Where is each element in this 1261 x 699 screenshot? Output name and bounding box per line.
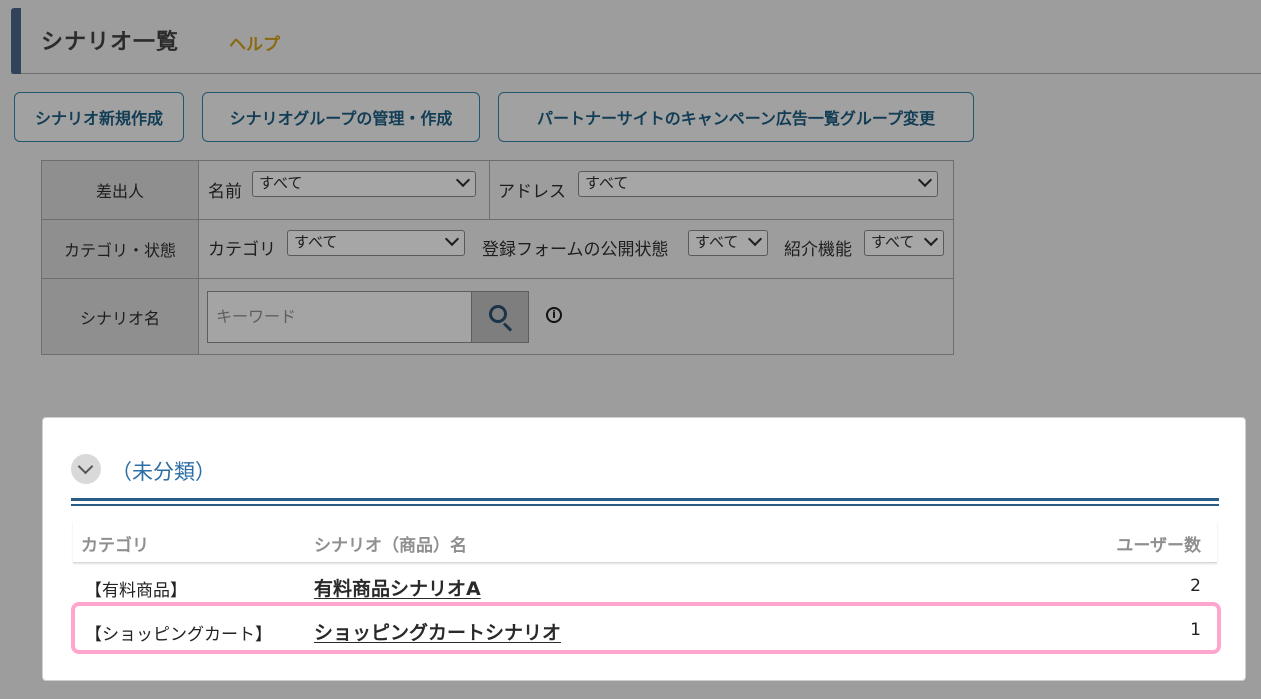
intro-function-label: 紹介機能 [784, 240, 852, 260]
chevron-down-icon [455, 172, 471, 188]
page-title: シナリオ一覧 [41, 30, 180, 55]
group-divider [71, 498, 1219, 506]
row-category: 【有料商品】 [85, 581, 187, 601]
column-divider [489, 161, 490, 220]
row-user-count: 2 [1190, 576, 1201, 596]
change-partner-group-button[interactable]: パートナーサイトのキャンペーン広告一覧グループ変更 [498, 92, 974, 142]
category-status-label: カテゴリ・状態 [42, 220, 199, 278]
scenario-name-label: シナリオ名 [42, 279, 199, 354]
form-public-select-value: すべて [695, 233, 739, 251]
row-highlight [71, 602, 1221, 654]
form-public-select[interactable]: すべて [688, 230, 768, 256]
search-icon [489, 305, 507, 323]
chevron-down-icon [444, 231, 460, 247]
name-select[interactable]: すべて [252, 171, 476, 197]
chevron-down-icon [77, 458, 94, 475]
page-header: シナリオ一覧 ヘルプ [11, 8, 1261, 74]
category-select-value: すべて [294, 233, 338, 251]
address-filter-label: アドレス [498, 182, 566, 202]
chevron-down-icon [917, 172, 933, 188]
column-header-category: カテゴリ [81, 536, 149, 556]
chevron-down-icon [747, 231, 763, 247]
name-filter-label: 名前 [208, 182, 242, 202]
chevron-down-icon [923, 231, 939, 247]
new-scenario-button[interactable]: シナリオ新規作成 [14, 92, 184, 142]
info-icon[interactable]: i [546, 307, 562, 323]
column-header-users: ユーザー数 [1116, 536, 1201, 556]
manage-groups-button[interactable]: シナリオグループの管理・作成 [202, 92, 480, 142]
address-select[interactable]: すべて [578, 171, 938, 197]
address-select-value: すべて [585, 174, 629, 192]
sender-label: 差出人 [42, 161, 199, 219]
group-title: （未分類） [111, 460, 216, 484]
scenario-group-panel: （未分類） カテゴリ シナリオ（商品）名 ユーザー数 【有料商品】 有料商品シナ… [42, 417, 1246, 681]
scenario-link[interactable]: 有料商品シナリオA [314, 574, 481, 601]
form-public-label: 登録フォームの公開状態 [482, 240, 669, 260]
category-select[interactable]: すべて [287, 230, 465, 256]
collapse-toggle[interactable] [71, 454, 101, 484]
header-accent-bar [11, 8, 21, 74]
help-link[interactable]: ヘルプ [229, 30, 280, 55]
search-button[interactable] [471, 292, 528, 342]
keyword-input[interactable]: キーワード [208, 292, 470, 342]
keyword-search: キーワード [207, 291, 529, 343]
category-filter-label: カテゴリ [208, 240, 276, 260]
intro-function-select[interactable]: すべて [864, 230, 944, 256]
column-header-scenario-name: シナリオ（商品）名 [314, 536, 467, 556]
name-select-value: すべて [259, 174, 303, 192]
table-header: カテゴリ シナリオ（商品）名 ユーザー数 [73, 521, 1217, 563]
intro-function-select-value: すべて [871, 233, 915, 251]
filter-row-category: カテゴリ・状態 カテゴリ すべて 登録フォームの公開状態 すべて 紹介機能 すべ… [42, 220, 953, 279]
search-icon-handle [502, 322, 513, 332]
filter-row-sender: 差出人 名前 すべて アドレス すべて [42, 161, 953, 220]
